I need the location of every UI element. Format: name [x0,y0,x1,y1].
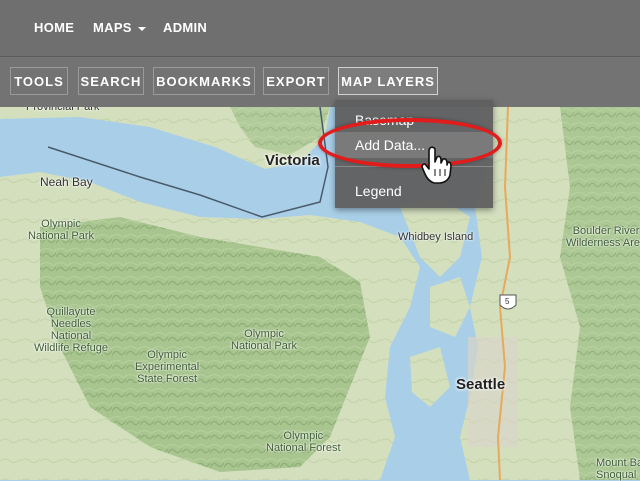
nav-admin[interactable]: ADMIN [163,0,207,56]
map-label-olympic-experimental: Olympic Experimental State Forest [135,349,200,385]
map-canvas[interactable]: Provincial Park Victoria Neah Bay Olympi… [0,101,640,481]
export-button[interactable]: EXPORT [263,67,329,95]
search-button[interactable]: SEARCH [78,67,144,95]
map-label-seattle: Seattle [456,376,506,393]
map-label-olympic-np: Olympic National Park [231,328,298,352]
map-background [0,107,640,480]
map-label-victoria: Victoria [265,152,320,169]
nav-maps[interactable]: MAPS [93,0,146,56]
top-navbar: HOME MAPS ADMIN [0,0,640,57]
map-label-olympic-np-west: Olympic National Park [28,218,95,242]
highlight-ring [318,118,502,168]
menu-item-legend[interactable]: Legend [335,178,493,204]
highway-number: 5 [505,297,510,306]
map-label-neah-bay: Neah Bay [40,175,93,189]
caret-down-icon [137,26,146,31]
hand-cursor-icon [421,146,452,184]
map-label-olympic-forest: Olympic National Forest [266,430,341,454]
map-layers-button[interactable]: MAP LAYERS [338,67,438,95]
tools-button[interactable]: TOOLS [10,67,68,95]
nav-home[interactable]: HOME [34,0,74,56]
map-label-boulder-river: Boulder River Wilderness Area [566,225,640,249]
bookmarks-button[interactable]: BOOKMARKS [153,67,255,95]
map-label-whidbey: Whidbey Island [398,231,474,243]
map-label-quillayute: Quillayute Needles National Wildlife Ref… [34,306,108,354]
map-toolbar: TOOLS SEARCH BOOKMARKS EXPORT MAP LAYERS [0,57,640,107]
map-label-mount-baker: Mount Ba Snoqual [596,457,640,481]
nav-maps-label: MAPS [93,20,132,35]
